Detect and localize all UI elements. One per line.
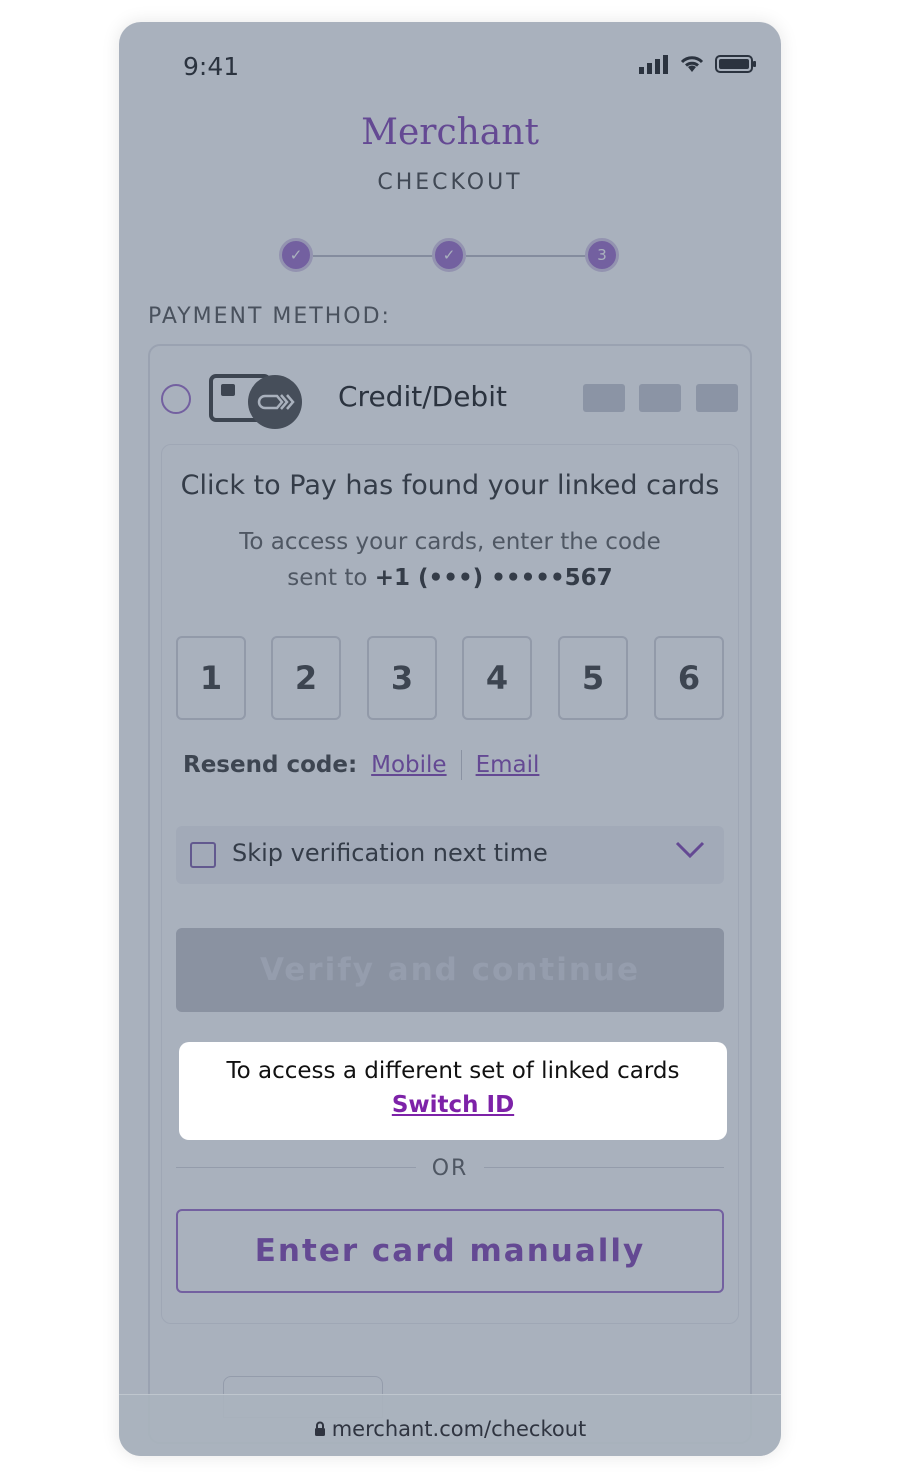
lock-icon — [314, 1421, 325, 1436]
tooltip-text: To access a different set of linked card… — [226, 1058, 680, 1084]
page-url: merchant.com/checkout — [331, 1417, 587, 1441]
switch-id-link[interactable]: Switch ID — [179, 1092, 727, 1118]
dim-overlay — [119, 22, 781, 1456]
browser-url-bar: merchant.com/checkout — [119, 1394, 781, 1456]
phone-frame: 9:41 Merchant CHECKOUT ✓ ✓ 3 PAYMENT MET… — [119, 22, 781, 1456]
url-row: merchant.com/checkout — [119, 1417, 781, 1441]
switch-id-tooltip: To access a different set of linked card… — [179, 1042, 727, 1140]
